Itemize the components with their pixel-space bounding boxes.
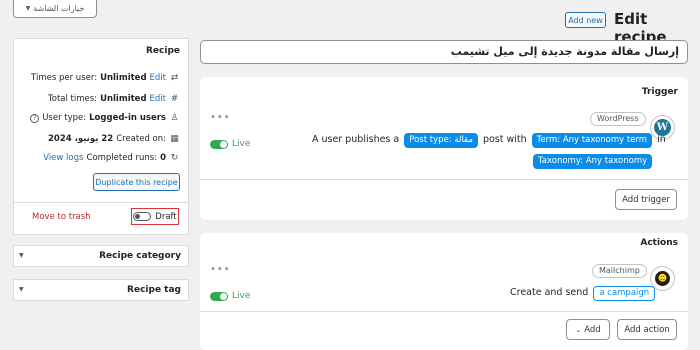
draft-label: Draft (155, 211, 177, 222)
live-toggle[interactable] (210, 139, 228, 149)
add-action-button[interactable]: Add action (617, 319, 677, 340)
trigger-panel: Trigger WordPress W ••• Live A user publ… (200, 77, 688, 220)
repeat-icon: ⇄ (170, 73, 179, 83)
campaign-token[interactable]: a campaign (593, 286, 656, 301)
recipe-title-value: إرسال مقالة مدونة جديدة إلى ميل تشيمب (450, 45, 679, 58)
caret-down-icon: ▼ (19, 286, 24, 293)
duplicate-recipe-button[interactable]: Duplicate this recipe (93, 173, 180, 191)
add-new-button[interactable]: Add new (565, 12, 606, 28)
more-options-icon[interactable]: ••• (210, 112, 231, 123)
user-icon: ♙ (170, 113, 179, 123)
add-trigger-button[interactable]: Add trigger (615, 189, 677, 210)
hash-icon: # (170, 94, 179, 104)
wordpress-badge: WordPress (590, 112, 646, 126)
recipe-tag-box[interactable]: ▼ Recipe tag (13, 279, 189, 301)
total-times-row: Total times: Unlimited Edit # (48, 94, 179, 104)
recipe-title-input[interactable]: إرسال مقالة مدونة جديدة إلى ميل تشيمب (200, 40, 688, 64)
help-icon[interactable]: ? (30, 113, 40, 123)
more-options-icon[interactable]: ••• (210, 264, 231, 275)
recipe-tag-heading: Recipe tag (127, 285, 181, 295)
recipe-info-box: Recipe Times per user: Unlimited Edit ⇄ … (13, 38, 189, 235)
refresh-icon: ↻ (170, 153, 179, 163)
divider (14, 202, 188, 203)
toggle-switch[interactable] (133, 212, 152, 221)
caret-down-icon: ▼ (19, 252, 24, 259)
action-sentence: Create and send a campaign (510, 286, 656, 301)
term-token[interactable]: Term: Any taxonomy term (531, 133, 653, 148)
draft-toggle[interactable]: Draft (131, 208, 179, 225)
mailchimp-badge: Mailchimp (592, 264, 647, 278)
recipe-category-heading: Recipe category (99, 251, 181, 261)
edit-total-times-link[interactable]: Edit (150, 94, 166, 104)
divider (200, 311, 688, 312)
completed-runs-row: View logs Completed runs: 0 ↻ (43, 153, 179, 163)
move-to-trash-link[interactable]: Move to trash (32, 212, 91, 222)
recipe-heading: Recipe (145, 46, 180, 56)
view-logs-link[interactable]: View logs (43, 153, 83, 163)
times-per-user-row: Times per user: Unlimited Edit ⇄ (31, 73, 179, 83)
taxonomy-token[interactable]: Taxonomy: Any taxonomy (533, 154, 653, 169)
trigger-live-status[interactable]: Live (210, 139, 250, 149)
actions-heading: Actions (640, 238, 678, 248)
add-dropdown-button[interactable]: ⌄ Add (566, 319, 610, 340)
live-toggle[interactable] (210, 291, 228, 301)
trigger-sentence: A user publishes a Post type: مقالة post… (312, 133, 666, 148)
post-type-token[interactable]: Post type: مقالة (404, 133, 478, 148)
edit-times-per-user-link[interactable]: Edit (150, 73, 166, 83)
action-live-status[interactable]: Live (210, 291, 250, 301)
recipe-category-box[interactable]: ▼ Recipe category (13, 245, 189, 267)
screen-options-label: خيارات الشاشة (33, 4, 85, 13)
created-on-row: 22 يونيو، 2024 Created on: ▦ (48, 134, 179, 144)
actions-panel: Actions Mailchimp ☻ ••• Live Create and … (200, 233, 688, 350)
chevron-down-icon: ⌄ (575, 325, 582, 334)
divider (200, 179, 688, 180)
calendar-icon: ▦ (170, 134, 179, 144)
user-type-row: ? User type: Logged-in users ♙ (30, 113, 180, 123)
screen-options-button[interactable]: ▼ خيارات الشاشة (13, 0, 97, 18)
trigger-heading: Trigger (641, 87, 678, 97)
caret-down-icon: ▼ (25, 5, 31, 12)
